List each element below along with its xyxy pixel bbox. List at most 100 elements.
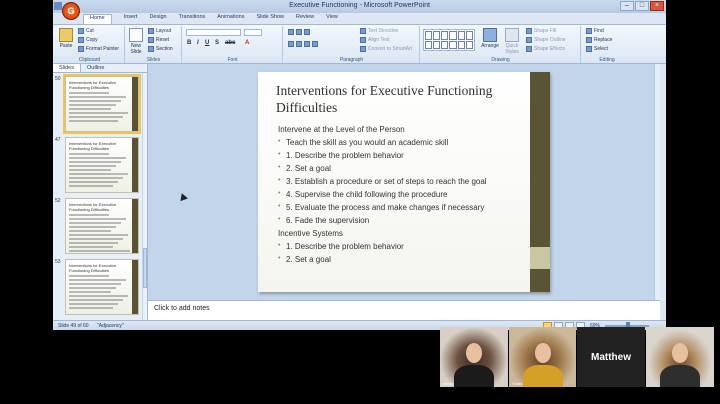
window-controls: – □ ×: [620, 1, 664, 11]
layout-button[interactable]: Layout: [148, 28, 171, 34]
scroll-thumb[interactable]: [143, 248, 147, 288]
shape-icon[interactable]: [449, 31, 457, 40]
minimize-icon[interactable]: –: [620, 1, 634, 11]
slide-number: 52: [55, 198, 61, 204]
tab-view[interactable]: View: [326, 14, 338, 24]
justify-icon: [312, 41, 318, 47]
office-button[interactable]: G: [62, 2, 80, 20]
text-direction-button[interactable]: Text Direction: [360, 28, 398, 34]
group-label-drawing: Drawing: [491, 57, 510, 63]
replace-button[interactable]: Replace: [586, 37, 612, 43]
effects-icon: [526, 46, 532, 52]
video-tile[interactable]: Matthew: [577, 327, 645, 387]
align-center-icon: [296, 41, 302, 47]
shape-icon[interactable]: [457, 31, 465, 40]
format-painter-button[interactable]: Format Painter: [78, 46, 119, 52]
slide-thumbnail[interactable]: Interventions for Executive Functioning …: [65, 137, 139, 193]
paste-icon: [59, 28, 73, 42]
bullets-button[interactable]: [288, 29, 310, 35]
close-icon[interactable]: ×: [650, 1, 664, 11]
slide-canvas[interactable]: Interventions for Executive Functioning …: [258, 72, 550, 292]
powerpoint-window: Executive Functioning - Microsoft PowerP…: [53, 0, 666, 330]
cursor-icon: [586, 46, 592, 52]
screen: Executive Functioning - Microsoft PowerP…: [0, 0, 720, 404]
bullets-icon: [288, 29, 294, 35]
arrange-button[interactable]: Arrange: [481, 28, 499, 49]
section-button[interactable]: Section: [148, 46, 173, 52]
cut-button[interactable]: Cut: [78, 28, 94, 34]
shape-icon[interactable]: [425, 31, 433, 40]
notes-pane[interactable]: Click to add notes: [148, 300, 660, 320]
strikethrough-button[interactable]: abc: [225, 40, 235, 46]
shape-icon[interactable]: [465, 40, 473, 49]
select-button[interactable]: Select: [586, 46, 608, 52]
slides-panel: Slides Outline 50 Interventions for Execu…: [53, 64, 148, 320]
font-size-combo[interactable]: [244, 29, 262, 36]
shape-effects-button[interactable]: Shape Effects: [526, 46, 565, 52]
underline-button[interactable]: U: [205, 40, 209, 46]
replace-icon: [586, 37, 592, 43]
align-right-icon: [304, 41, 310, 47]
shape-icon[interactable]: [441, 31, 449, 40]
maximize-icon[interactable]: □: [635, 1, 649, 11]
thumbnail-title: Interventions for Executive Functioning …: [69, 141, 117, 151]
shape-outline-button[interactable]: Shape Outline: [526, 37, 566, 43]
shape-icon[interactable]: [425, 40, 433, 49]
italic-button[interactable]: I: [197, 40, 199, 46]
shape-icon[interactable]: [457, 40, 465, 49]
group-clipboard: Paste Cut Copy Format Painter Clipboard: [55, 26, 125, 63]
group-font: B I U S abc A Font: [183, 26, 283, 63]
tab-slide-show[interactable]: Slide Show: [256, 14, 284, 24]
video-tile[interactable]: [646, 327, 714, 387]
tab-slides[interactable]: Slides: [53, 64, 81, 72]
tab-review[interactable]: Review: [296, 14, 314, 24]
convert-smartart-button[interactable]: Convert to SmartArt: [360, 46, 412, 52]
quick-styles-button[interactable]: Quick Styles: [503, 28, 521, 55]
panel-scrollbar[interactable]: [142, 73, 147, 320]
copy-button[interactable]: Copy: [78, 37, 98, 43]
video-participants: nicole Yvaet Matthew: [440, 327, 720, 404]
panel-tabs: Slides Outline: [53, 64, 147, 73]
slide-thumbnail[interactable]: Interventions for Executive Functioning …: [65, 198, 139, 254]
shape-icon[interactable]: [465, 31, 473, 40]
bold-button[interactable]: B: [187, 40, 191, 46]
slide-thumbnail[interactable]: Interventions for Executive Functioning …: [65, 259, 139, 315]
video-tile[interactable]: Yvaet: [509, 327, 576, 387]
layout-icon: [148, 28, 154, 34]
shapes-gallery[interactable]: [423, 29, 475, 51]
tab-animations[interactable]: Animations: [217, 14, 244, 24]
tab-insert[interactable]: Insert: [124, 14, 138, 24]
shape-icon[interactable]: [441, 40, 449, 49]
find-button[interactable]: Find: [586, 28, 604, 34]
paste-button[interactable]: Paste: [57, 28, 75, 49]
group-drawing: Arrange Quick Styles Shape Fill Shape Ou…: [421, 26, 581, 63]
section-icon: [148, 46, 154, 52]
tab-outline[interactable]: Outline: [81, 64, 110, 72]
slide-body[interactable]: Intervene at the Level of the Person Teac…: [278, 125, 538, 268]
reset-button[interactable]: Reset: [148, 37, 169, 43]
slide-title[interactable]: Interventions for Executive Functioning …: [276, 82, 526, 116]
align-text-button[interactable]: Align Text: [360, 37, 390, 43]
tab-design[interactable]: Design: [149, 14, 166, 24]
slide-bullet: 6. Fade the supervision: [278, 216, 538, 229]
shape-icon[interactable]: [433, 40, 441, 49]
window-title: Executive Functioning - Microsoft PowerP…: [289, 2, 430, 9]
slide-thumbnail[interactable]: Interventions for Executive Functioning …: [63, 74, 141, 134]
shadow-button[interactable]: S: [215, 40, 219, 46]
font-name-combo[interactable]: [186, 29, 241, 36]
tab-home[interactable]: Home: [83, 14, 112, 24]
editor-scrollbar[interactable]: [654, 64, 660, 300]
shape-icon[interactable]: [449, 40, 457, 49]
font-color-button[interactable]: A: [245, 40, 249, 46]
shape-icon[interactable]: [433, 31, 441, 40]
video-tile[interactable]: nicole: [440, 327, 508, 387]
shape-fill-button[interactable]: Shape Fill: [526, 28, 556, 34]
theme-name: "Adjacency": [97, 323, 124, 329]
align-left-icon: [288, 41, 294, 47]
tab-transitions[interactable]: Transitions: [179, 14, 206, 24]
participant-name: nicole: [443, 381, 454, 386]
slide-number: 50: [55, 76, 61, 82]
ribbon: Paste Cut Copy Format Painter Clipboard …: [53, 24, 666, 64]
new-slide-button[interactable]: New Slide: [127, 28, 145, 55]
align-buttons[interactable]: [288, 41, 318, 47]
